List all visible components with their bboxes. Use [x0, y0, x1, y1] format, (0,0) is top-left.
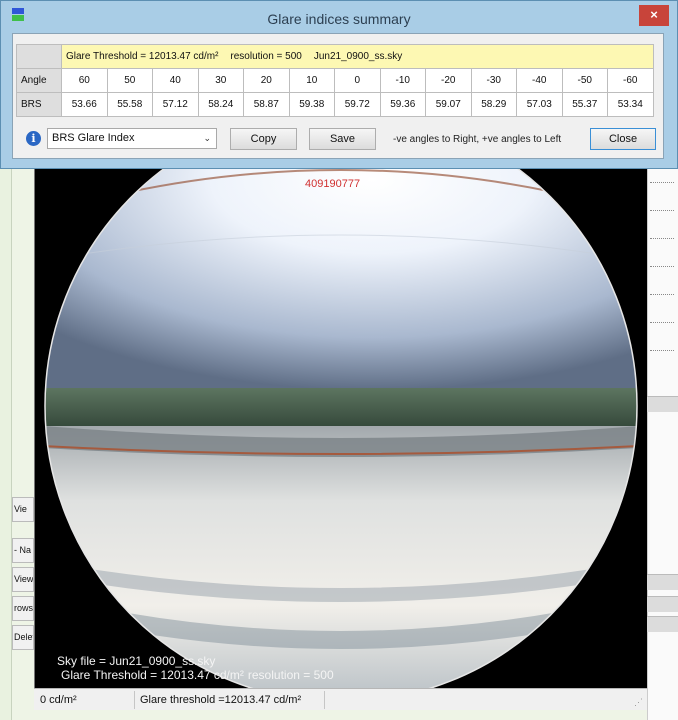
- chevron-down-icon[interactable]: ⌄: [203, 129, 211, 148]
- resolution-overlay-text: resolution = 500: [247, 668, 334, 682]
- resize-grip-icon[interactable]: ⋰: [634, 697, 643, 708]
- brs-cell[interactable]: 55.58: [106, 92, 153, 117]
- brs-cell[interactable]: 58.29: [470, 92, 517, 117]
- background-separator: [650, 350, 674, 351]
- brs-cell[interactable]: 57.12: [152, 92, 199, 117]
- status-separator: [324, 691, 325, 709]
- row-header-angle: Angle: [16, 68, 62, 93]
- background-tab-view2[interactable]: View: [12, 567, 34, 592]
- brs-cell[interactable]: 59.07: [425, 92, 472, 117]
- background-panel: [647, 396, 678, 412]
- threshold-overlay-label: Glare Threshold = 12013.47 cd/m² resoluti…: [57, 668, 334, 682]
- background-separator: [650, 210, 674, 211]
- angle-cell[interactable]: 20: [243, 68, 290, 93]
- angle-hint-text: -ve angles to Right, +ve angles to Left: [393, 134, 562, 145]
- angle-cell[interactable]: 40: [152, 68, 199, 93]
- background-separator: [650, 182, 674, 183]
- background-tab-delete[interactable]: Delet: [12, 625, 34, 650]
- info-sky-file: Jun21_0900_ss.sky: [313, 51, 403, 62]
- background-panel: [647, 596, 678, 612]
- table-row-angle: Angle 60 50 40 30 20 10 0 -10 -20 -30 -4…: [16, 68, 654, 93]
- status-threshold: Glare threshold =12013.47 cd/m²: [140, 694, 302, 706]
- dialog-title: Glare indices summary: [267, 11, 411, 27]
- angle-cell[interactable]: -20: [425, 68, 472, 93]
- angle-cell[interactable]: -30: [470, 68, 517, 93]
- dialog-client: Glare Threshold = 12013.47 cd/m² resoluti…: [12, 33, 664, 159]
- angle-cell[interactable]: 30: [197, 68, 244, 93]
- save-button[interactable]: Save: [309, 128, 376, 150]
- glare-table: Glare Threshold = 12013.47 cd/m² resoluti…: [16, 44, 654, 117]
- glare-index-select-value: BRS Glare Index: [52, 132, 135, 144]
- angle-cell[interactable]: -10: [379, 68, 426, 93]
- brs-cell[interactable]: 58.87: [243, 92, 290, 117]
- dialog-toolbar: i BRS Glare Index ⌄ Copy Save -ve angles…: [16, 126, 658, 152]
- angle-cell[interactable]: 60: [61, 68, 108, 93]
- background-separator: [650, 266, 674, 267]
- status-separator: [134, 691, 135, 709]
- background-tab-rows[interactable]: rows: [12, 596, 34, 621]
- fisheye-sky-render: [44, 150, 638, 688]
- dialog-title-bar[interactable]: Glare indices summary ×: [1, 1, 677, 33]
- background-separator: [650, 294, 674, 295]
- row-header-brs: BRS: [16, 92, 62, 117]
- angle-cell[interactable]: 0: [334, 68, 381, 93]
- info-resolution: resolution = 500: [230, 51, 302, 62]
- background-separator: [650, 322, 674, 323]
- brs-cell[interactable]: 59.38: [288, 92, 335, 117]
- angle-cell[interactable]: 10: [288, 68, 335, 93]
- status-bar: 0 cd/m² Glare threshold =12013.47 cd/m² …: [34, 688, 647, 710]
- background-tab-view[interactable]: Vie: [12, 497, 34, 522]
- brs-cell[interactable]: 57.03: [516, 92, 563, 117]
- angle-cell[interactable]: 50: [106, 68, 153, 93]
- background-window-right: [647, 150, 678, 720]
- glare-summary-dialog: Glare indices summary × Glare Threshold …: [0, 0, 678, 169]
- table-info-row: Glare Threshold = 12013.47 cd/m² resoluti…: [16, 44, 654, 69]
- table-info-cell: Glare Threshold = 12013.47 cd/m² resoluti…: [61, 44, 654, 69]
- table-corner: [16, 44, 62, 69]
- status-units: 0 cd/m²: [40, 694, 77, 706]
- brs-cell[interactable]: 53.34: [607, 92, 654, 117]
- copy-button[interactable]: Copy: [230, 128, 297, 150]
- background-tab-name[interactable]: - Na: [12, 538, 34, 563]
- sky-file-label: Sky file = Jun21_0900_ss.sky: [57, 654, 216, 668]
- glare-index-select[interactable]: BRS Glare Index ⌄: [47, 128, 217, 149]
- background-panel: [647, 574, 678, 590]
- angle-cell[interactable]: -60: [607, 68, 654, 93]
- angle-cell[interactable]: -40: [516, 68, 563, 93]
- window-close-button[interactable]: ×: [639, 5, 669, 26]
- brs-cell[interactable]: 55.37: [561, 92, 608, 117]
- angle-cell[interactable]: -50: [561, 68, 608, 93]
- table-row-brs: BRS 53.66 55.58 57.12 58.24 58.87 59.38 …: [16, 92, 654, 117]
- info-icon[interactable]: i: [26, 131, 41, 146]
- info-threshold: Glare Threshold = 12013.47 cd/m²: [66, 51, 219, 62]
- fisheye-viewport[interactable]: 409190777 Sky file = Jun21_0900_ss.sky G…: [34, 150, 647, 688]
- background-panel: [647, 616, 678, 632]
- brs-cell[interactable]: 53.66: [61, 92, 108, 117]
- brs-cell[interactable]: 58.24: [197, 92, 244, 117]
- close-button[interactable]: Close: [590, 128, 656, 150]
- brs-cell[interactable]: 59.72: [334, 92, 381, 117]
- background-separator: [650, 238, 674, 239]
- sky-code-label: 409190777: [305, 178, 361, 190]
- brs-cell[interactable]: 59.36: [379, 92, 426, 117]
- threshold-overlay-text: Glare Threshold = 12013.47 cd/m²: [61, 668, 244, 682]
